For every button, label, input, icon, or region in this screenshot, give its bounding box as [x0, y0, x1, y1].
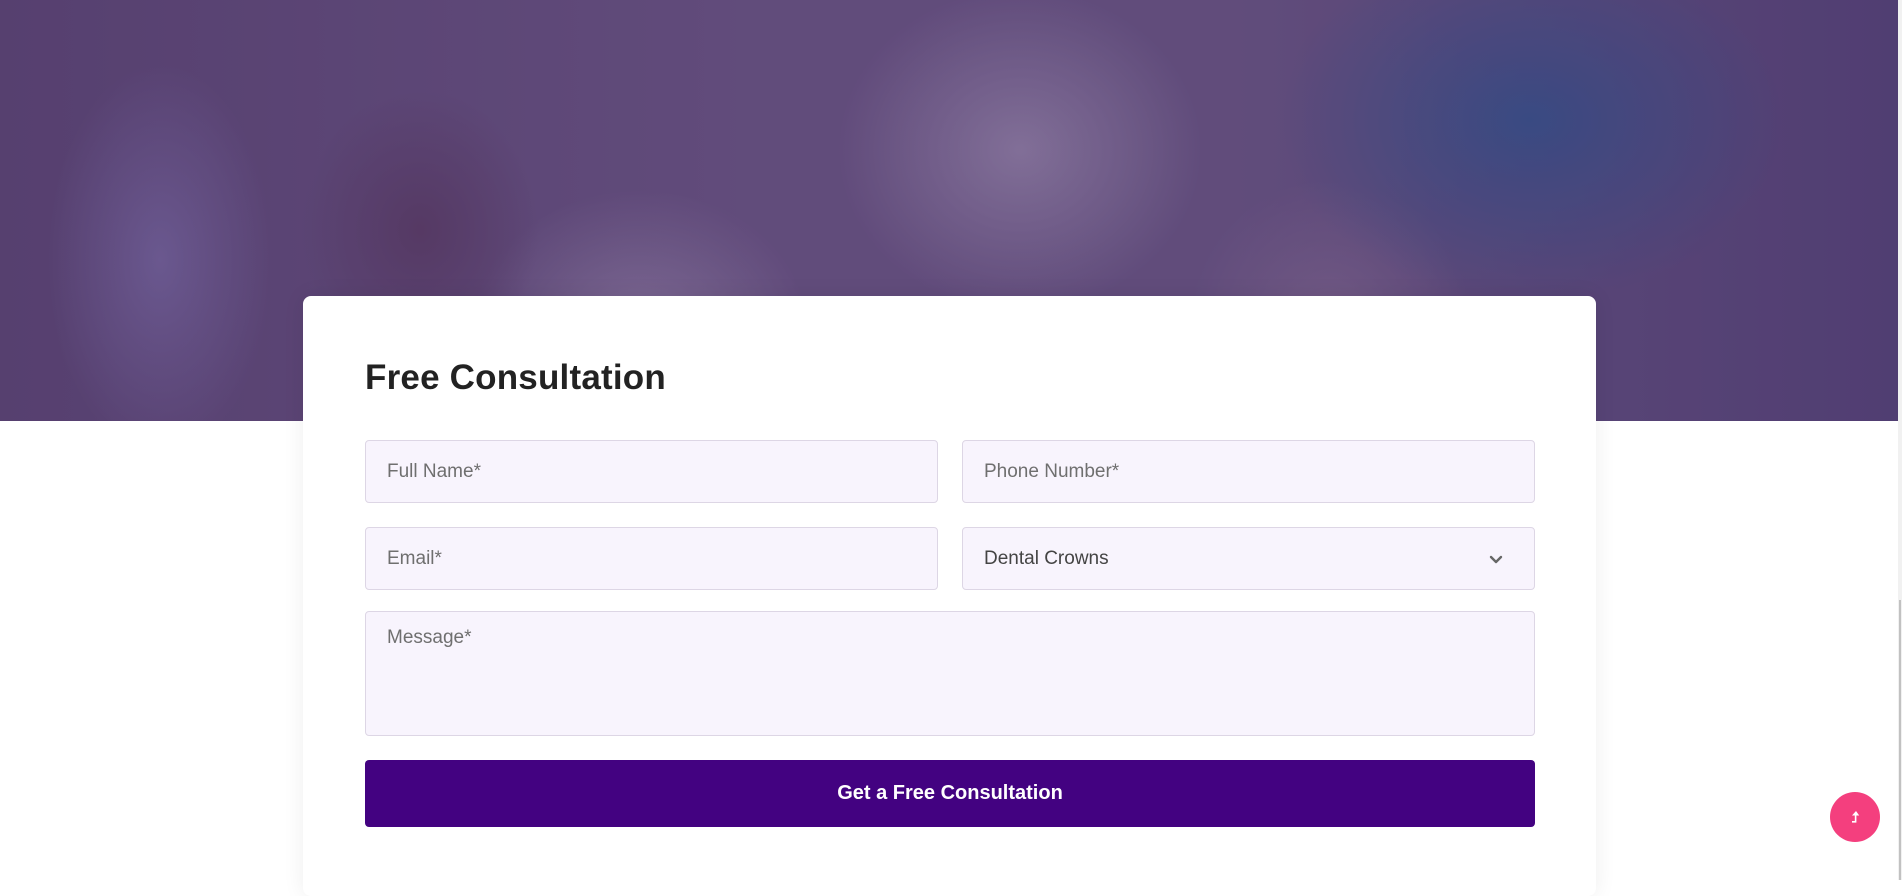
- full-name-input[interactable]: [365, 440, 938, 503]
- form-title: Free Consultation: [365, 358, 666, 397]
- consultation-form-card: Free Consultation Dental Crowns Get a Fr…: [303, 296, 1596, 896]
- message-textarea[interactable]: [365, 611, 1535, 736]
- page-scrollbar[interactable]: [1898, 0, 1902, 880]
- get-free-consultation-button[interactable]: Get a Free Consultation: [365, 760, 1535, 827]
- email-input[interactable]: [365, 527, 938, 590]
- scrollbar-thumb[interactable]: [1899, 600, 1901, 880]
- phone-number-input[interactable]: [962, 440, 1535, 503]
- service-select[interactable]: Dental Crowns: [962, 527, 1535, 590]
- arrow-up-icon: [1852, 811, 1860, 823]
- service-select-value: Dental Crowns: [984, 547, 1109, 569]
- chevron-down-icon: [1489, 555, 1503, 563]
- scroll-to-top-button[interactable]: [1830, 792, 1880, 842]
